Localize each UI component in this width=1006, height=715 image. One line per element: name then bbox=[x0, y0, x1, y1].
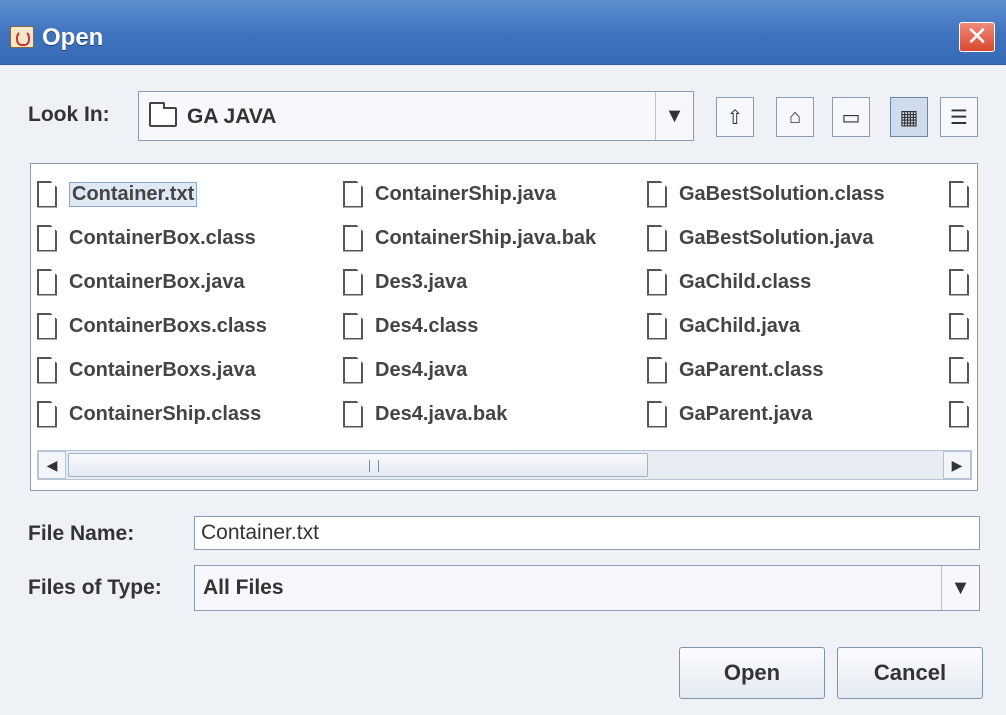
file-icon bbox=[949, 312, 969, 340]
file-icon bbox=[647, 224, 667, 252]
window-title: Open bbox=[42, 24, 104, 51]
file-name: ContainerBox.class bbox=[69, 226, 256, 249]
file-item[interactable] bbox=[949, 308, 977, 344]
file-item[interactable]: ContainerBoxs.java bbox=[37, 352, 256, 388]
file-item[interactable]: GaParent.class bbox=[647, 352, 824, 388]
file-name: Container.txt bbox=[69, 181, 198, 207]
chevron-down-icon[interactable]: ▼ bbox=[655, 92, 693, 140]
file-name-input[interactable] bbox=[194, 516, 980, 550]
file-icon bbox=[343, 312, 363, 340]
file-name: GaBestSolution.java bbox=[679, 226, 874, 249]
file-item[interactable]: Des4.java bbox=[343, 352, 467, 388]
file-icon bbox=[343, 180, 363, 208]
file-icon bbox=[949, 180, 969, 208]
file-item[interactable]: GaChild.class bbox=[647, 264, 811, 300]
file-name-label: File Name: bbox=[28, 522, 135, 545]
file-name: ContainerBoxs.class bbox=[69, 314, 267, 337]
file-name: GaParent.java bbox=[679, 402, 813, 425]
file-name: GaBestSolution.class bbox=[679, 182, 885, 205]
look-in-combo[interactable]: GA JAVA ▼ bbox=[138, 91, 694, 141]
file-icon bbox=[37, 400, 57, 428]
file-item[interactable]: Des4.java.bak bbox=[343, 396, 507, 432]
file-list[interactable]: Container.txt ContainerBox.class Contain… bbox=[30, 163, 978, 491]
home-button[interactable]: ⌂ bbox=[776, 97, 814, 137]
file-name: GaChild.java bbox=[679, 314, 801, 337]
file-name: Des3.java bbox=[375, 270, 468, 293]
file-item[interactable]: GaParent.java bbox=[647, 396, 812, 432]
file-icon bbox=[37, 356, 57, 384]
file-icon bbox=[949, 268, 969, 296]
file-name: ContainerShip.class bbox=[69, 402, 262, 425]
file-icon bbox=[37, 224, 57, 252]
files-of-type-label: Files of Type: bbox=[28, 576, 162, 599]
grip-icon bbox=[369, 460, 379, 472]
file-icon bbox=[37, 268, 57, 296]
file-name: Des4.class bbox=[375, 314, 479, 337]
file-item[interactable]: GaBestSolution.class bbox=[647, 176, 885, 212]
file-icon bbox=[647, 268, 667, 296]
new-folder-icon: ▭ bbox=[841, 106, 861, 129]
open-button[interactable]: Open bbox=[679, 647, 825, 699]
file-icon bbox=[343, 224, 363, 252]
file-name: ContainerShip.java.bak bbox=[375, 226, 597, 249]
scroll-left-icon[interactable]: ◀ bbox=[38, 451, 66, 479]
cancel-button[interactable]: Cancel bbox=[837, 647, 983, 699]
file-icon bbox=[343, 356, 363, 384]
file-item[interactable] bbox=[949, 352, 977, 388]
java-cup-icon bbox=[10, 26, 34, 48]
look-in-value: GA JAVA bbox=[187, 105, 277, 128]
file-item[interactable] bbox=[949, 176, 977, 212]
file-item[interactable]: GaBestSolution.java bbox=[647, 220, 874, 256]
file-name: Des4.java bbox=[375, 358, 468, 381]
file-icon bbox=[949, 356, 969, 384]
file-item[interactable]: Des4.class bbox=[343, 308, 478, 344]
horizontal-scrollbar[interactable]: ◀ ▶ bbox=[37, 450, 972, 480]
file-item[interactable]: ContainerShip.java bbox=[343, 176, 556, 212]
file-icon bbox=[647, 180, 667, 208]
home-icon: ⌂ bbox=[788, 105, 802, 128]
look-in-label: Look In: bbox=[28, 103, 110, 126]
files-of-type-value: All Files bbox=[203, 576, 284, 599]
file-icon bbox=[37, 312, 57, 340]
file-item[interactable]: Container.txt bbox=[37, 176, 198, 212]
file-name: ContainerBox.java bbox=[69, 270, 245, 293]
file-icon bbox=[949, 224, 969, 252]
title-bar: Open ✕ bbox=[0, 0, 1006, 65]
file-item[interactable] bbox=[949, 396, 977, 432]
list-view-button[interactable]: ▦ bbox=[890, 97, 928, 137]
list-view-icon: ▦ bbox=[899, 106, 919, 129]
file-icon bbox=[343, 400, 363, 428]
close-button[interactable]: ✕ bbox=[959, 22, 995, 52]
folder-icon bbox=[149, 102, 177, 127]
file-name: GaChild.class bbox=[679, 270, 812, 293]
file-name: ContainerShip.java bbox=[375, 182, 557, 205]
file-item[interactable]: ContainerShip.class bbox=[37, 396, 261, 432]
files-of-type-combo[interactable]: All Files ▼ bbox=[194, 565, 980, 611]
scroll-right-icon[interactable]: ▶ bbox=[943, 451, 971, 479]
file-icon bbox=[647, 356, 667, 384]
file-item[interactable]: Des3.java bbox=[343, 264, 467, 300]
details-view-button[interactable]: ☰ bbox=[940, 97, 978, 137]
file-item[interactable] bbox=[949, 220, 977, 256]
chevron-down-icon[interactable]: ▼ bbox=[941, 566, 979, 610]
scrollbar-thumb[interactable] bbox=[68, 453, 648, 477]
file-icon bbox=[37, 180, 57, 208]
file-icon bbox=[343, 268, 363, 296]
up-folder-icon: ⇧ bbox=[726, 106, 744, 129]
new-folder-button[interactable]: ▭ bbox=[832, 97, 870, 137]
file-item[interactable]: GaChild.java bbox=[647, 308, 800, 344]
file-item[interactable]: ContainerBox.java bbox=[37, 264, 245, 300]
file-item[interactable]: ContainerShip.java.bak bbox=[343, 220, 596, 256]
file-item[interactable]: ContainerBoxs.class bbox=[37, 308, 267, 344]
file-icon bbox=[949, 400, 969, 428]
file-icon bbox=[647, 312, 667, 340]
file-icon bbox=[647, 400, 667, 428]
file-name: GaParent.class bbox=[679, 358, 824, 381]
file-name: ContainerBoxs.java bbox=[69, 358, 256, 381]
file-item[interactable]: ContainerBox.class bbox=[37, 220, 256, 256]
details-view-icon: ☰ bbox=[950, 106, 968, 129]
up-one-level-button[interactable]: ⇧ bbox=[716, 97, 754, 137]
file-item[interactable] bbox=[949, 264, 977, 300]
file-name: Des4.java.bak bbox=[375, 402, 508, 425]
